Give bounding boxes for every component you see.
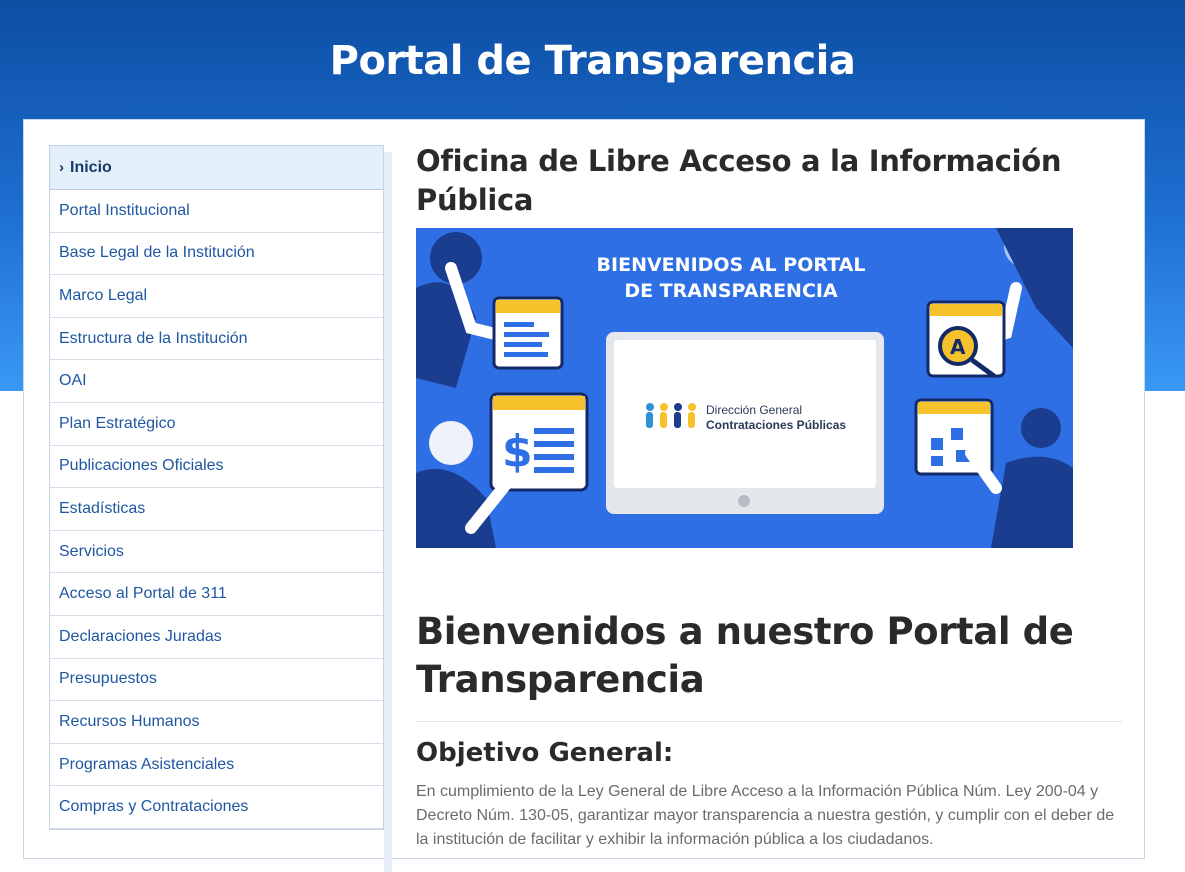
welcome-banner: $ A BIENVENIDOS AL PORTAL DE TRANSPARENC… bbox=[416, 228, 1073, 548]
sidebar-item-label: Base Legal de la Institución bbox=[59, 244, 255, 262]
logo-line-2: Contrataciones Públicas bbox=[706, 418, 847, 432]
sidebar-item-label: Declaraciones Juradas bbox=[59, 627, 222, 645]
sidebar-scroll-track bbox=[384, 152, 392, 872]
sidebar-item-servicios[interactable]: Servicios bbox=[50, 531, 383, 574]
office-title: Oficina de Libre Acceso a la Información… bbox=[416, 144, 1062, 217]
sidebar-item-estadisticas[interactable]: Estadísticas bbox=[50, 488, 383, 531]
sidebar-item-label: Plan Estratégico bbox=[59, 414, 176, 432]
sidebar-item-marco-legal[interactable]: Marco Legal bbox=[50, 275, 383, 318]
sidebar-item-declaraciones[interactable]: Declaraciones Juradas bbox=[50, 616, 383, 659]
sidebar-item-label: Estadísticas bbox=[59, 499, 146, 517]
dgcp-logo-icon bbox=[646, 403, 696, 428]
site-title: Portal de Transparencia bbox=[329, 38, 856, 84]
monitor-screen: Dirección General Contrataciones Pública… bbox=[614, 340, 876, 488]
sidebar-item-portal-institucional[interactable]: Portal Institucional bbox=[50, 190, 383, 233]
content-card: › Inicio Portal Institucional Base Legal… bbox=[23, 119, 1145, 872]
main-content: Oficina de Libre Acceso a la Información… bbox=[416, 142, 1123, 852]
objective-title: Objetivo General: bbox=[416, 738, 674, 768]
sidebar-item-portal-311[interactable]: Acceso al Portal de 311 bbox=[50, 573, 383, 616]
sidebar-item-programas[interactable]: Programas Asistenciales bbox=[50, 744, 383, 787]
sidebar-item-recursos-humanos[interactable]: Recursos Humanos bbox=[50, 701, 383, 744]
sidebar-item-label: OAI bbox=[59, 372, 87, 390]
sidebar-item-label: Portal Institucional bbox=[59, 201, 190, 219]
sidebar-item-label: Compras y Contrataciones bbox=[59, 798, 249, 816]
sidebar-item-base-legal[interactable]: Base Legal de la Institución bbox=[50, 233, 383, 276]
sidebar-item-label: Presupuestos bbox=[59, 670, 157, 688]
banner-line-1: BIENVENIDOS AL PORTAL bbox=[596, 254, 866, 276]
logo-line-1: Dirección General bbox=[706, 403, 803, 417]
dgcp-logo-text: Dirección General Contrataciones Pública… bbox=[706, 403, 846, 433]
sidebar-item-label: Inicio bbox=[70, 158, 112, 176]
sidebar-item-estructura[interactable]: Estructura de la Institución bbox=[50, 318, 383, 361]
sidebar-item-inicio[interactable]: › Inicio bbox=[50, 146, 383, 190]
svg-text:A: A bbox=[950, 335, 966, 359]
monitor-illustration: Dirección General Contrataciones Pública… bbox=[606, 332, 884, 514]
sidebar-item-label: Marco Legal bbox=[59, 286, 148, 304]
sidebar-item-label: Recursos Humanos bbox=[59, 712, 200, 730]
sidebar-item-label: Programas Asistenciales bbox=[59, 755, 235, 773]
banner-line-2: DE TRANSPARENCIA bbox=[624, 280, 838, 302]
sidebar-item-label: Estructura de la Institución bbox=[59, 329, 248, 347]
sidebar-item-compras[interactable]: Compras y Contrataciones bbox=[50, 786, 383, 829]
objective-text: En cumplimiento de la Ley General de Lib… bbox=[416, 783, 1115, 848]
sidebar-item-label: Servicios bbox=[59, 542, 124, 560]
sidebar-item-plan-estrategico[interactable]: Plan Estratégico bbox=[50, 403, 383, 446]
svg-text:$: $ bbox=[502, 426, 533, 477]
sidebar-item-label: Acceso al Portal de 311 bbox=[59, 585, 227, 603]
sidebar-nav: › Inicio Portal Institucional Base Legal… bbox=[49, 145, 384, 830]
sidebar-item-presupuestos[interactable]: Presupuestos bbox=[50, 659, 383, 702]
welcome-title: Bienvenidos a nuestro Portal de Transpar… bbox=[416, 610, 1074, 701]
monitor-button bbox=[738, 495, 750, 507]
sidebar-item-oai[interactable]: OAI bbox=[50, 360, 383, 403]
banner-heading: BIENVENIDOS AL PORTAL DE TRANSPARENCIA bbox=[566, 252, 896, 304]
sidebar-item-publicaciones[interactable]: Publicaciones Oficiales bbox=[50, 446, 383, 489]
divider bbox=[416, 721, 1122, 722]
sidebar-item-label: Publicaciones Oficiales bbox=[59, 457, 224, 475]
chevron-right-icon: › bbox=[59, 159, 64, 176]
